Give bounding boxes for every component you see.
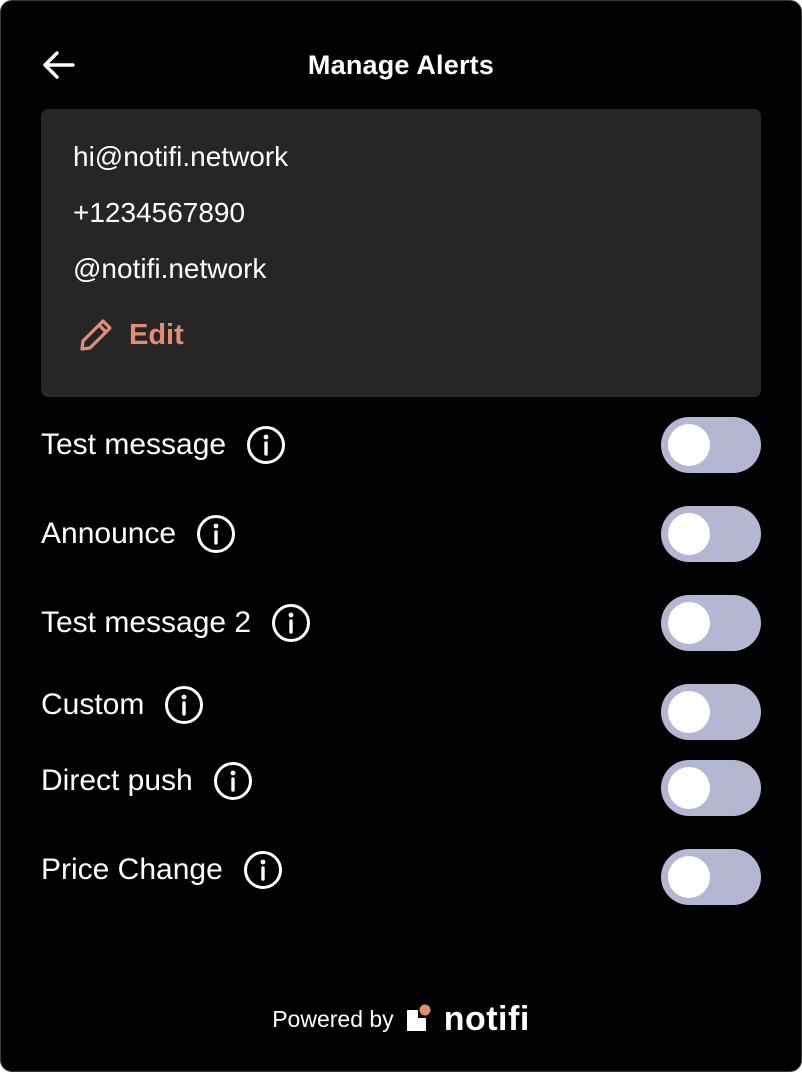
notifi-wordmark: notifi: [443, 999, 530, 1038]
alert-toggle[interactable]: [661, 849, 761, 905]
alert-row-test-message: Test message: [41, 417, 761, 473]
alert-toggle[interactable]: [661, 760, 761, 816]
email-address: hi@notifi.network: [73, 141, 289, 172]
notifi-logo: notifi: [404, 1000, 530, 1039]
alert-row-announce: Announce: [41, 506, 761, 562]
alert-toggle[interactable]: [661, 506, 761, 562]
info-icon[interactable]: [271, 603, 311, 643]
info-icon[interactable]: [213, 761, 253, 801]
alert-toggle[interactable]: [661, 684, 761, 740]
alert-toggle[interactable]: [661, 595, 761, 651]
alert-label: Custom: [41, 688, 145, 721]
info-icon[interactable]: [243, 850, 283, 890]
alert-row-price-change: Price Change: [41, 849, 761, 905]
notifi-logo-icon: [404, 1004, 432, 1034]
alert-toggle[interactable]: [661, 417, 761, 473]
info-icon[interactable]: [164, 685, 204, 725]
alert-row-direct-push: Direct push: [41, 760, 761, 816]
powered-by-label: Powered by: [272, 1005, 394, 1032]
edit-label: Edit: [129, 318, 184, 351]
contact-info-panel: hi@notifi.network +1234567890 @notifi.ne…: [41, 109, 761, 397]
toggle-knob: [668, 602, 710, 644]
alert-label: Direct push: [41, 764, 193, 797]
telegram-handle: @notifi.network: [73, 253, 267, 284]
toggle-knob: [668, 424, 710, 466]
alert-label: Test message: [41, 428, 227, 461]
page-title: Manage Alerts: [307, 50, 495, 80]
toggle-knob: [668, 856, 710, 898]
alert-row-custom: Custom: [41, 684, 761, 740]
phone-number: +1234567890: [73, 197, 246, 228]
alert-label: Announce: [41, 517, 177, 550]
toggle-knob: [668, 513, 710, 555]
edit-button[interactable]: Edit: [77, 313, 184, 357]
toggle-knob: [668, 767, 710, 809]
footer: Powered by notifi: [1, 997, 801, 1041]
alert-row-test-message-2: Test message 2: [41, 595, 761, 651]
header: Manage Alerts: [1, 35, 801, 95]
alert-label: Test message 2: [41, 606, 252, 639]
alert-label: Price Change: [41, 853, 223, 886]
manage-alerts-card: Manage Alerts hi@notifi.network +1234567…: [0, 0, 802, 1072]
info-icon[interactable]: [246, 425, 286, 465]
pencil-icon: [77, 316, 115, 354]
toggle-knob: [668, 691, 710, 733]
info-icon[interactable]: [196, 514, 236, 554]
